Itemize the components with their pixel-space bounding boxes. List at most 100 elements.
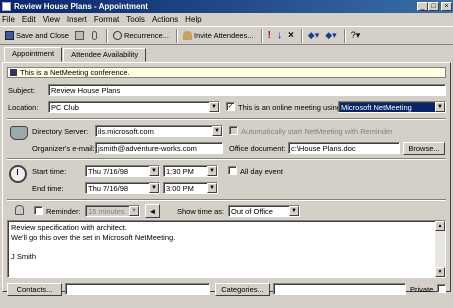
chevron-down-icon[interactable]: ▼	[209, 102, 219, 112]
chevron-down-icon[interactable]: ▼	[212, 126, 222, 136]
all-day-event-checkbox[interactable]	[228, 166, 237, 175]
online-meeting-value: Microsoft NetMeeting	[341, 102, 412, 112]
directory-server-combo[interactable]: ils.microsoft.com ▼	[95, 125, 223, 137]
online-meeting-select[interactable]: Microsoft NetMeeting ▼	[338, 101, 446, 113]
end-date-combo[interactable]: Thu 7/16/98 ▼	[85, 182, 160, 194]
toolbar-separator	[260, 28, 263, 43]
recurrence-button[interactable]: Recurrence...	[111, 28, 171, 43]
office-document-value: c:\House Plans.doc	[291, 143, 356, 153]
start-date-combo[interactable]: Thu 7/16/98 ▼	[85, 165, 160, 177]
recurrence-label: Recurrence...	[123, 31, 169, 40]
previous-item-button[interactable]: ◆▾	[306, 28, 321, 43]
scroll-down-icon[interactable]: ▼	[435, 267, 445, 277]
scroll-up-icon[interactable]: ▲	[435, 221, 445, 231]
divider	[7, 158, 446, 160]
save-close-button[interactable]: Save and Close	[3, 28, 71, 43]
subject-input[interactable]: Review House Plans	[48, 84, 446, 96]
subject-value: Review House Plans	[51, 85, 121, 95]
reminder-value: 15 minutes	[88, 206, 125, 216]
auto-start-label: Automatically start NetMeeting with Remi…	[241, 127, 393, 136]
reminder-checkbox[interactable]	[34, 206, 43, 215]
private-label: Private	[410, 285, 434, 294]
auto-start-checkbox[interactable]	[229, 126, 238, 135]
chevron-down-icon[interactable]: ▼	[149, 183, 159, 193]
close-button[interactable]: ×	[441, 2, 452, 11]
end-time-combo[interactable]: 3:00 PM ▼	[163, 182, 218, 194]
divider	[7, 199, 446, 201]
low-importance-button[interactable]: ↓	[275, 28, 284, 43]
menu-help[interactable]: Help	[185, 15, 201, 24]
chevron-down-icon[interactable]: ▼	[207, 166, 217, 176]
save-close-label: Save and Close	[16, 31, 69, 40]
minimize-button[interactable]: _	[417, 2, 428, 11]
directory-server-label: Directory Server:	[32, 127, 89, 136]
help-button[interactable]: ?▾	[349, 28, 363, 43]
start-time-combo[interactable]: 1:30 PM ▼	[163, 165, 218, 177]
contacts-button[interactable]: Contacts...	[7, 283, 62, 296]
bell-icon	[15, 205, 24, 215]
location-value: PC Club	[51, 102, 79, 112]
delete-button[interactable]: ×	[286, 28, 296, 43]
private-checkbox[interactable]	[437, 284, 446, 293]
next-item-button[interactable]: ◆▾	[323, 28, 338, 43]
office-document-input[interactable]: c:\House Plans.doc	[288, 142, 400, 154]
attach-button[interactable]	[90, 28, 101, 43]
notes-line: J Smith	[11, 251, 37, 261]
categories-input[interactable]	[273, 283, 406, 295]
high-importance-button[interactable]: !	[266, 28, 273, 43]
categories-button[interactable]: Categories...	[215, 283, 270, 296]
directory-server-value: ils.microsoft.com	[98, 126, 154, 136]
invite-attendees-label: Invite Attendees...	[193, 31, 254, 40]
netmeeting-icon	[10, 126, 28, 140]
maximize-button[interactable]: □	[428, 2, 439, 11]
browse-button[interactable]: Browse...	[403, 142, 445, 155]
notes-scrollbar[interactable]: ▲ ▼	[435, 221, 445, 277]
reminder-combo[interactable]: 15 minutes ▼	[85, 205, 140, 217]
location-combo[interactable]: PC Club ▼	[48, 101, 220, 113]
toolbar: Save and Close Recurrence... Invite Atte…	[0, 26, 453, 45]
chevron-down-icon[interactable]: ▼	[435, 102, 445, 112]
paperclip-icon	[91, 31, 97, 40]
tab-appointment[interactable]: Appointment	[4, 47, 63, 62]
menu-tools[interactable]: Tools	[126, 15, 145, 24]
divider	[7, 118, 446, 120]
reminder-sound-button[interactable]: ◄	[145, 204, 160, 218]
organizer-email-input[interactable]: jsmith@adventure-works.com	[95, 142, 223, 154]
notes-line: We'll go this over the set in Microsoft …	[11, 232, 176, 242]
office-document-label: Office document:	[229, 144, 286, 153]
tab-attendee-availability[interactable]: Attendee Availability	[63, 48, 147, 62]
reminder-label: Reminder:	[46, 207, 81, 216]
notes-line	[11, 242, 442, 252]
title-bar: Review House Plans - Appointment	[0, 0, 453, 13]
chevron-down-icon[interactable]: ▼	[129, 206, 139, 216]
show-time-as-combo[interactable]: Out of Office ▼	[228, 205, 300, 217]
chevron-down-icon[interactable]: ▼	[289, 206, 299, 216]
online-meeting-label: This is an online meeting using:	[238, 103, 344, 112]
menu-bar: File Edit View Insert Format Tools Actio…	[0, 13, 453, 26]
organizer-email-value: jsmith@adventure-works.com	[98, 143, 197, 153]
menu-file[interactable]: File	[2, 15, 15, 24]
chevron-down-icon[interactable]: ▼	[149, 166, 159, 176]
info-icon	[10, 69, 17, 76]
recurrence-icon	[112, 31, 122, 40]
print-button[interactable]	[73, 28, 88, 43]
notes-textarea[interactable]: Review specification with architect. We'…	[7, 220, 446, 278]
attendees-icon	[182, 31, 192, 40]
menu-actions[interactable]: Actions	[152, 15, 178, 24]
menu-insert[interactable]: Insert	[67, 15, 87, 24]
show-time-as-value: Out of Office	[231, 206, 273, 216]
end-date-value: Thu 7/16/98	[88, 183, 129, 193]
invite-attendees-button[interactable]: Invite Attendees...	[181, 28, 256, 43]
menu-edit[interactable]: Edit	[22, 15, 36, 24]
menu-format[interactable]: Format	[94, 15, 119, 24]
appointment-icon	[2, 2, 11, 11]
clock-icon	[9, 165, 27, 183]
online-meeting-checkbox[interactable]: ✓	[226, 102, 235, 111]
window-title: Review House Plans - Appointment	[14, 2, 148, 11]
contacts-input[interactable]	[65, 283, 210, 295]
info-text: This is a NetMeeting conference.	[20, 68, 130, 77]
print-icon	[74, 31, 84, 40]
toolbar-separator	[343, 28, 346, 43]
menu-view[interactable]: View	[43, 15, 60, 24]
chevron-down-icon[interactable]: ▼	[207, 183, 217, 193]
